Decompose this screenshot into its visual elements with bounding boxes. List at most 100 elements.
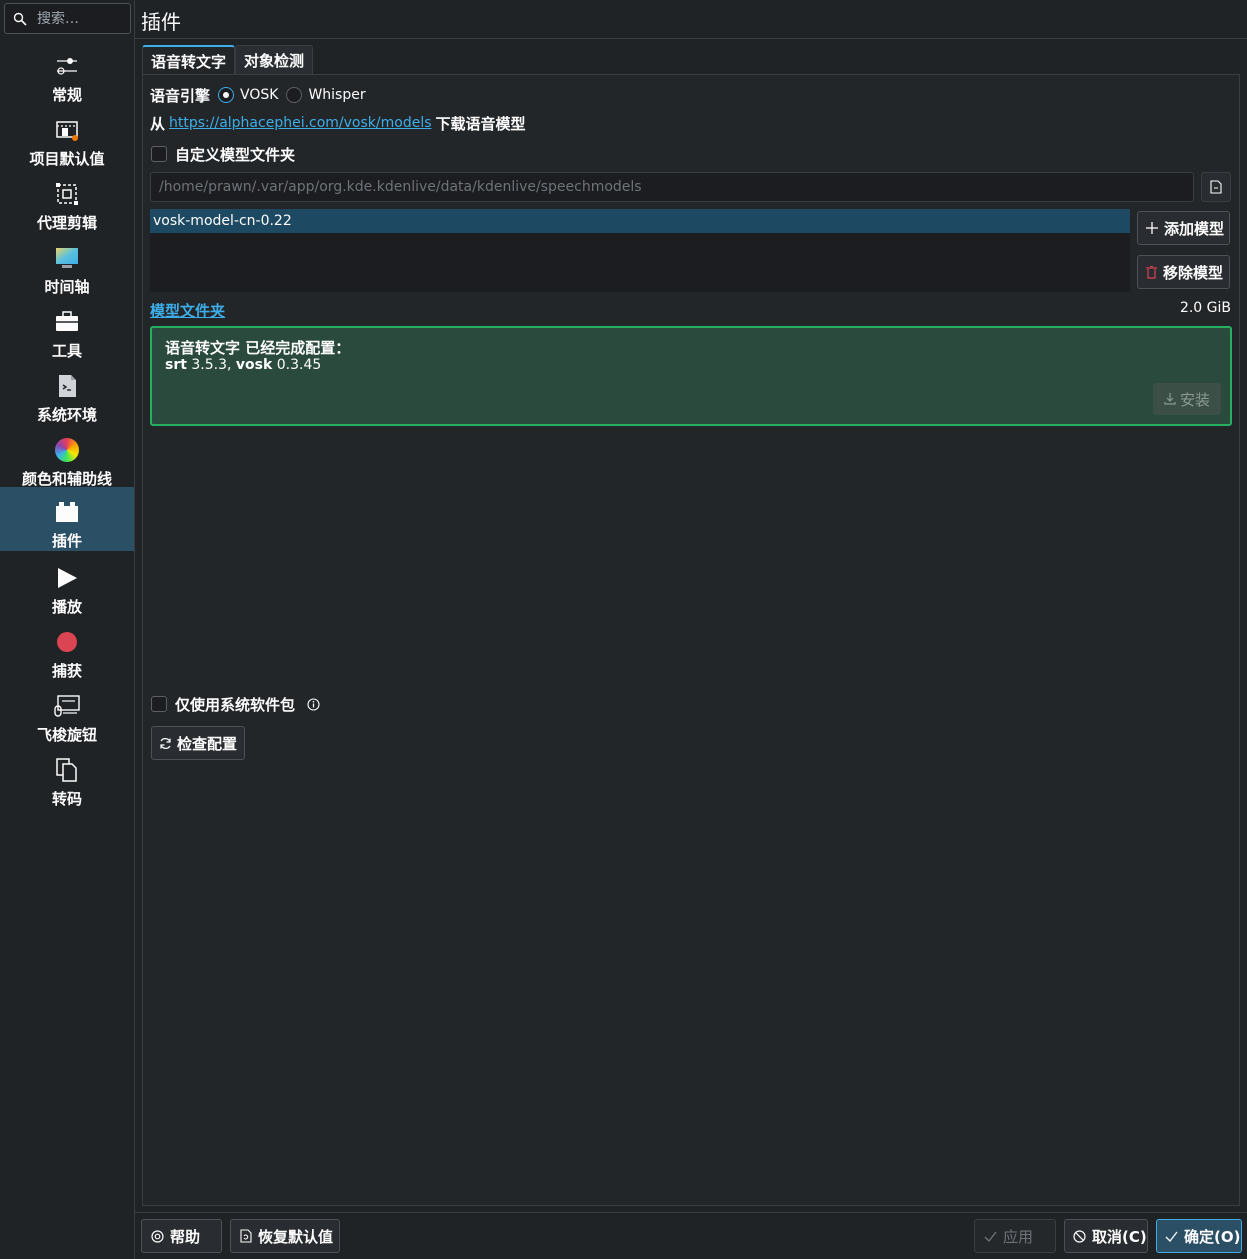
sidebar-item-label: 代理剪辑 — [36, 214, 97, 232]
sidebar-item-label: 捕获 — [51, 662, 82, 680]
sidebar-item-plugins[interactable]: 插件 — [0, 487, 134, 551]
sidebar-item-timeline[interactable]: 时间轴 — [0, 237, 134, 301]
models-size-label: 2.0 GiB — [1179, 300, 1231, 316]
plugin-icon — [53, 498, 81, 526]
sidebar-item-label: 转码 — [51, 790, 82, 808]
vosk-name: vosk — [235, 357, 273, 373]
search-icon — [13, 12, 27, 26]
check-icon — [984, 1231, 997, 1242]
terminal-icon — [53, 372, 81, 400]
sidebar-item-colors-guides[interactable]: 颜色和辅助线 — [0, 429, 134, 493]
search-box[interactable] — [4, 3, 131, 34]
restore-defaults-button[interactable]: 恢复默认值 — [230, 1219, 340, 1253]
list-item[interactable]: vosk-model-cn-0.22 — [150, 209, 1130, 233]
system-packages-checkbox[interactable] — [151, 696, 167, 712]
check-config-label: 检查配置 — [177, 734, 238, 753]
apply-label: 应用 — [1003, 1227, 1034, 1246]
search-input[interactable] — [37, 10, 127, 27]
system-packages-label[interactable]: 仅使用系统软件包 — [175, 694, 295, 715]
download-prefix: 从 — [150, 114, 166, 133]
install-button[interactable]: 安装 — [1153, 383, 1221, 415]
system-packages-row: 仅使用系统软件包 — [151, 694, 320, 714]
add-model-button[interactable]: 添加模型 — [1137, 211, 1230, 245]
srt-name: srt — [165, 357, 187, 373]
sidebar-item-label: 播放 — [51, 598, 82, 616]
sidebar-item-general[interactable]: 常规 — [0, 45, 134, 109]
whisper-radio-label[interactable]: Whisper — [308, 87, 365, 103]
color-wheel-icon — [53, 436, 81, 464]
vosk-radio[interactable] — [218, 87, 235, 103]
sidebar-item-label: 系统环境 — [36, 406, 97, 424]
sidebar-item-label: 时间轴 — [44, 278, 90, 296]
custom-folder-label[interactable]: 自定义模型文件夹 — [175, 144, 295, 165]
cancel-label: 取消(C) — [1092, 1227, 1147, 1246]
sidebar-item-playback[interactable]: 播放 — [0, 557, 134, 621]
tab-bar: 语音转文字 对象检测 — [142, 45, 314, 75]
sidebar-item-tools[interactable]: 工具 — [0, 301, 134, 365]
page-title: 插件 — [141, 10, 181, 34]
speech-engine-row: 语音引擎 VOSK Whisper — [150, 85, 374, 105]
check-icon — [1165, 1231, 1178, 1242]
sidebar-item-project-defaults[interactable]: 项目默认值 — [0, 109, 134, 173]
plus-icon — [1146, 222, 1158, 234]
sliders-icon — [53, 52, 81, 80]
cancel-icon — [1073, 1229, 1086, 1243]
speech-engine-label: 语音引擎 — [150, 86, 211, 105]
help-icon — [151, 1229, 164, 1243]
help-button[interactable]: 帮助 — [141, 1219, 222, 1253]
download-suffix: 下载语音模型 — [435, 114, 526, 133]
srt-version: 3.5.3, — [191, 357, 232, 373]
models-download-link[interactable]: https://alphacephei.com/vosk/models — [169, 115, 432, 131]
jog-shuttle-icon — [53, 692, 81, 720]
model-path-field[interactable]: /home/prawn/.var/app/org.kde.kdenlive/da… — [150, 172, 1194, 202]
transcode-icon — [53, 756, 81, 784]
refresh-icon — [159, 737, 172, 750]
sidebar-item-label: 插件 — [51, 532, 82, 550]
check-config-button[interactable]: 检查配置 — [151, 726, 245, 760]
remove-model-button[interactable]: 移除模型 — [1137, 255, 1230, 289]
browse-folder-button[interactable] — [1201, 172, 1231, 202]
config-status-box: 语音转文字 已经完成配置： srt 3.5.3, vosk 0.3.45 安装 — [150, 326, 1232, 426]
install-label: 安装 — [1179, 390, 1210, 409]
sidebar-item-capture[interactable]: 捕获 — [0, 621, 134, 685]
record-icon — [53, 628, 81, 656]
tab-object-detection[interactable]: 对象检测 — [235, 45, 314, 75]
custom-folder-checkbox[interactable] — [151, 146, 167, 162]
document-icon — [1210, 180, 1222, 194]
play-icon — [53, 564, 81, 592]
sidebar-item-jog-shuttle[interactable]: 飞梭旋钮 — [0, 685, 134, 749]
timeline-icon — [53, 244, 81, 272]
header-divider — [135, 38, 1247, 39]
ok-button[interactable]: 确定(O) — [1156, 1219, 1242, 1253]
remove-model-label: 移除模型 — [1163, 263, 1224, 282]
sidebar-item-proxy[interactable]: 代理剪辑 — [0, 173, 134, 237]
status-title: 语音转文字 已经完成配置： — [165, 339, 351, 357]
apply-button[interactable]: 应用 — [974, 1219, 1056, 1253]
sidebar-item-transcode[interactable]: 转码 — [0, 749, 134, 813]
ok-label: 确定(O) — [1184, 1227, 1241, 1246]
sidebar-item-label: 工具 — [51, 342, 82, 360]
model-list[interactable]: vosk-model-cn-0.22 — [150, 209, 1130, 292]
sidebar-item-label: 项目默认值 — [29, 150, 105, 168]
download-row: 从 https://alphacephei.com/vosk/models 下载… — [150, 113, 526, 133]
sidebar: 常规 项目默认值 代理剪辑 时间轴 工具 系统环境 颜色和辅助线 — [0, 0, 135, 1259]
sidebar-item-label: 颜色和辅助线 — [21, 470, 112, 488]
document-revert-icon — [240, 1229, 252, 1243]
trash-icon — [1146, 265, 1157, 279]
add-model-label: 添加模型 — [1164, 219, 1225, 238]
download-icon — [1164, 393, 1176, 405]
model-folder-link[interactable]: 模型文件夹 — [150, 300, 225, 321]
status-versions: srt 3.5.3, vosk 0.3.45 — [165, 357, 321, 373]
sidebar-item-environment[interactable]: 系统环境 — [0, 365, 134, 429]
restore-defaults-label: 恢复默认值 — [258, 1227, 334, 1246]
info-icon[interactable] — [307, 697, 320, 711]
sidebar-item-label: 常规 — [51, 86, 82, 104]
whisper-radio[interactable] — [286, 87, 303, 103]
tab-speech-to-text[interactable]: 语音转文字 — [142, 45, 236, 75]
vosk-radio-label[interactable]: VOSK — [240, 87, 278, 103]
vosk-version: 0.3.45 — [276, 357, 322, 373]
help-label: 帮助 — [170, 1227, 201, 1246]
project-icon — [53, 116, 81, 144]
toolbox-icon — [53, 308, 81, 336]
cancel-button[interactable]: 取消(C) — [1064, 1219, 1148, 1253]
